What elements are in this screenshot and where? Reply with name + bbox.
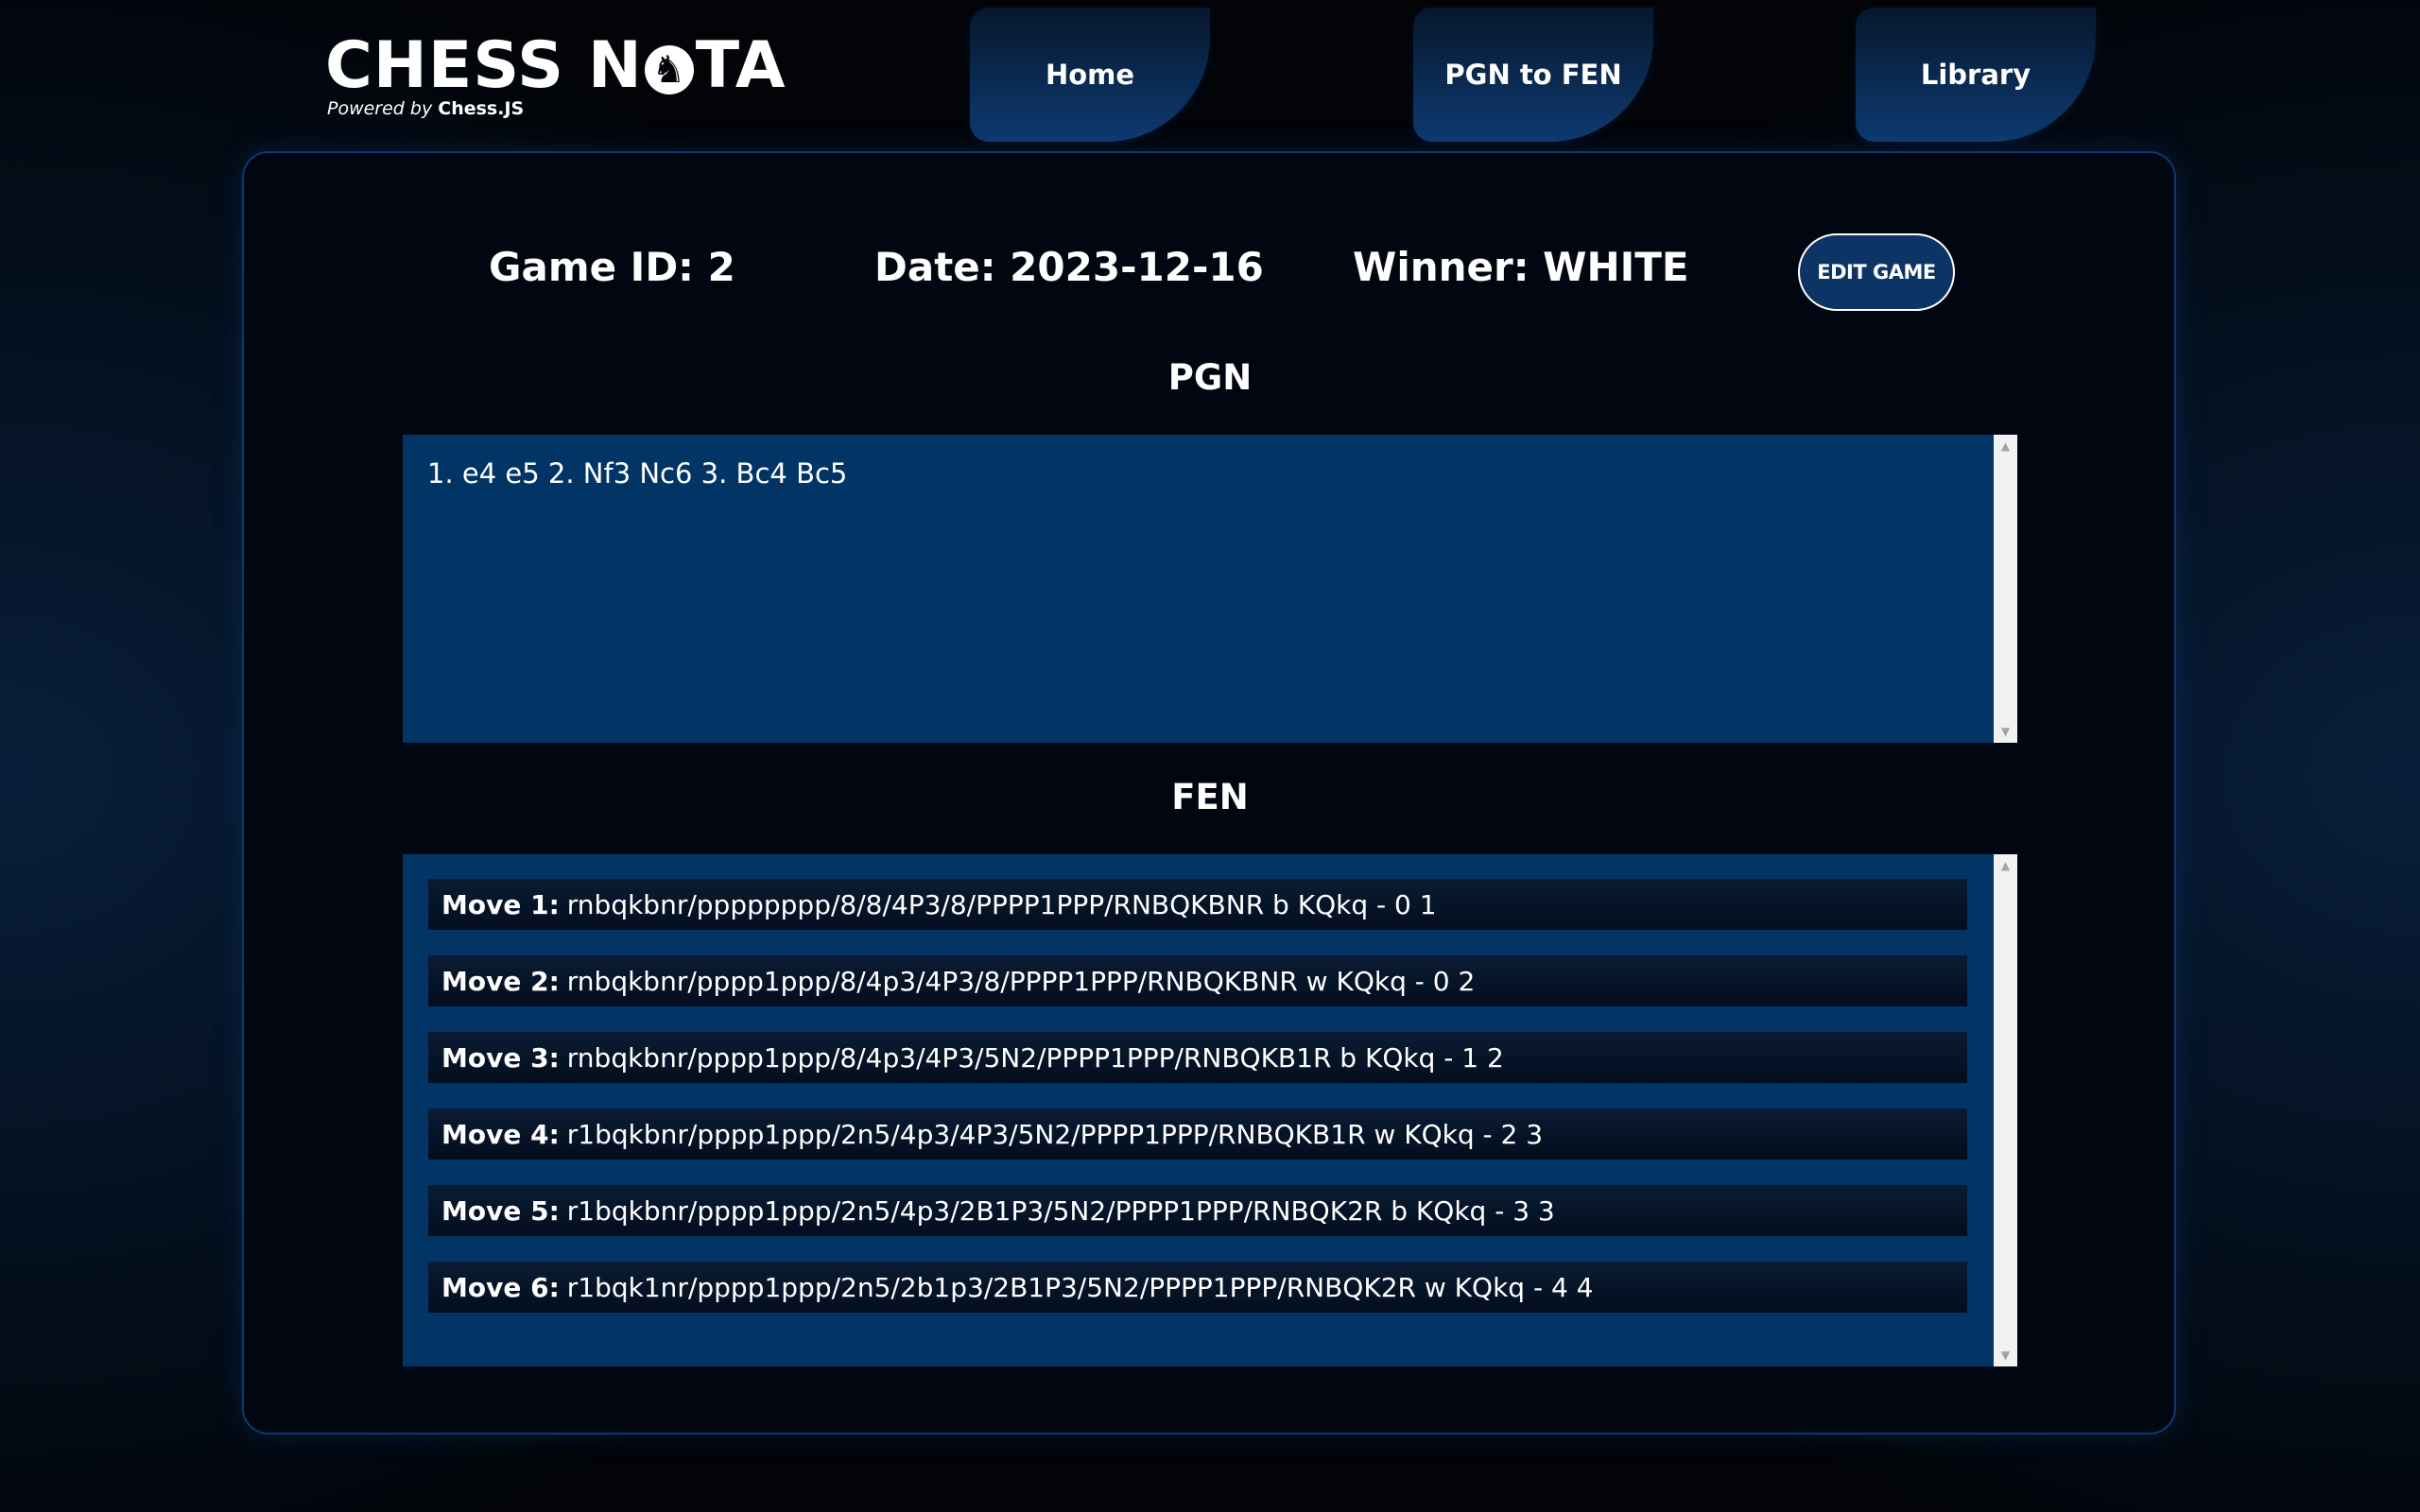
- nav-home-tab[interactable]: Home: [970, 8, 1210, 142]
- fen-title: FEN: [1171, 777, 1249, 817]
- scroll-up-icon[interactable]: ▲: [1994, 437, 2017, 455]
- game-date: Date: 2023-12-16: [874, 244, 1264, 290]
- logo[interactable]: CHESS N ♞ TA Powered by Chess.JS: [325, 26, 786, 119]
- game-id: Game ID: 2: [489, 244, 735, 290]
- logo-title-left: CHESS N: [325, 28, 643, 103]
- powered-prefix: Powered by: [327, 98, 433, 119]
- powered-brand: Chess.JS: [438, 98, 525, 119]
- fen-move-item: Move 5: r1bqkbnr/pppp1ppp/2n5/4p3/2B1P3/…: [428, 1185, 1967, 1236]
- fen-move-value: rnbqkbnr/pppp1ppp/8/4p3/4P3/8/PPPP1PPP/R…: [566, 965, 1476, 997]
- fen-move-item: Move 2: rnbqkbnr/pppp1ppp/8/4p3/4P3/8/PP…: [428, 955, 1967, 1006]
- knight-icon: ♞: [644, 45, 694, 94]
- fen-move-value: rnbqkbnr/pppppppp/8/8/4P3/8/PPPP1PPP/RNB…: [566, 888, 1437, 920]
- fen-scrollbar[interactable]: ▲ ▼: [1994, 854, 2017, 1366]
- fen-move-label: Move 1:: [441, 888, 560, 920]
- pgn-title: PGN: [1167, 357, 1253, 398]
- logo-title-right: TA: [695, 28, 786, 103]
- fen-list[interactable]: Move 1: rnbqkbnr/pppppppp/8/8/4P3/8/PPPP…: [403, 854, 2017, 1366]
- edit-game-button[interactable]: EDIT GAME: [1798, 233, 1955, 311]
- pgn-scrollbar[interactable]: ▲ ▼: [1994, 435, 2017, 743]
- fen-move-item: Move 3: rnbqkbnr/pppp1ppp/8/4p3/4P3/5N2/…: [428, 1032, 1967, 1083]
- fen-move-item: Move 6: r1bqk1nr/pppp1ppp/2n5/2b1p3/2B1P…: [428, 1262, 1967, 1313]
- scroll-down-icon[interactable]: ▼: [1994, 722, 2017, 741]
- fen-move-label: Move 3:: [441, 1041, 560, 1074]
- scroll-up-icon[interactable]: ▲: [1994, 856, 2017, 875]
- nav-library-tab[interactable]: Library: [1856, 8, 2096, 142]
- fen-move-label: Move 2:: [441, 965, 560, 997]
- pgn-text: 1. e4 e5 2. Nf3 Nc6 3. Bc4 Bc5: [427, 457, 848, 490]
- nav-pgn-to-fen-tab[interactable]: PGN to FEN: [1413, 8, 1653, 142]
- fen-move-value: r1bqk1nr/pppp1ppp/2n5/2b1p3/2B1P3/5N2/PP…: [566, 1271, 1594, 1303]
- fen-move-value: r1bqkbnr/pppp1ppp/2n5/4p3/4P3/5N2/PPPP1P…: [566, 1118, 1544, 1150]
- fen-move-value: rnbqkbnr/pppp1ppp/8/4p3/4P3/5N2/PPPP1PPP…: [566, 1041, 1504, 1074]
- fen-move-item: Move 4: r1bqkbnr/pppp1ppp/2n5/4p3/4P3/5N…: [428, 1108, 1967, 1160]
- fen-move-label: Move 6:: [441, 1271, 560, 1303]
- logo-title: CHESS N ♞ TA: [325, 26, 786, 106]
- game-winner: Winner: WHITE: [1353, 244, 1689, 290]
- pgn-textarea[interactable]: 1. e4 e5 2. Nf3 Nc6 3. Bc4 Bc5 ▲ ▼: [403, 435, 2017, 743]
- fen-move-item: Move 1: rnbqkbnr/pppppppp/8/8/4P3/8/PPPP…: [428, 879, 1967, 930]
- fen-move-value: r1bqkbnr/pppp1ppp/2n5/4p3/2B1P3/5N2/PPPP…: [566, 1194, 1555, 1227]
- fen-move-label: Move 5:: [441, 1194, 560, 1227]
- scroll-down-icon[interactable]: ▼: [1994, 1346, 2017, 1365]
- fen-move-label: Move 4:: [441, 1118, 560, 1150]
